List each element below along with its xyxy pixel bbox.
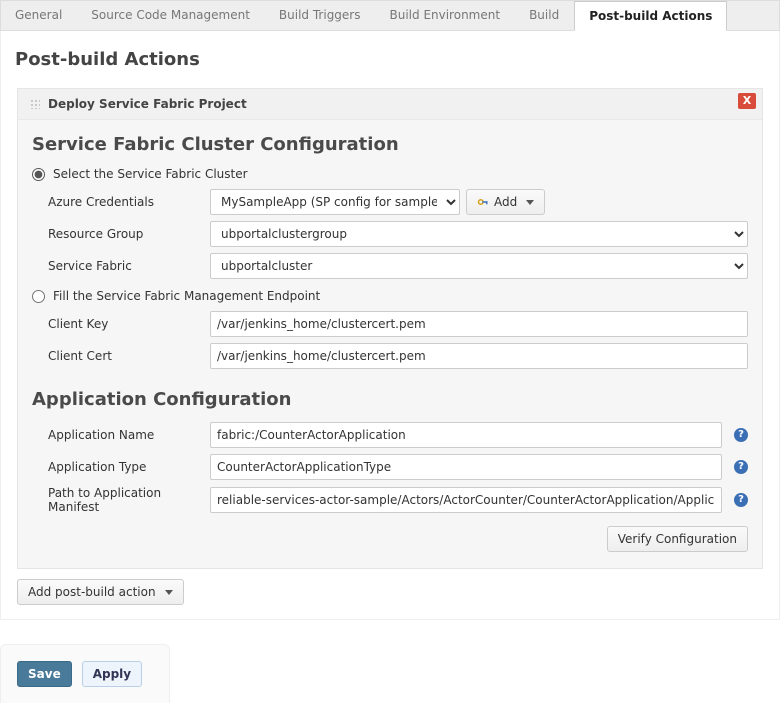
- verify-configuration-button[interactable]: Verify Configuration: [607, 526, 748, 552]
- app-config-heading: Application Configuration: [32, 389, 748, 410]
- help-icon[interactable]: ?: [734, 428, 748, 442]
- tab-post-build-actions[interactable]: Post-build Actions: [574, 1, 727, 31]
- fill-endpoint-label: Fill the Service Fabric Management Endpo…: [53, 289, 320, 303]
- tab-build-environment[interactable]: Build Environment: [376, 1, 516, 30]
- select-cluster-label: Select the Service Fabric Cluster: [53, 167, 248, 181]
- resource-group-select[interactable]: ubportalclustergroup: [210, 221, 748, 247]
- azure-credentials-label: Azure Credentials: [48, 195, 202, 209]
- tab-general[interactable]: General: [1, 1, 77, 30]
- chevron-down-icon: [526, 200, 534, 205]
- add-post-build-row: Add post-build action: [17, 579, 765, 605]
- delete-step-button[interactable]: X: [738, 93, 756, 109]
- azure-credentials-row: Azure Credentials MySampleApp (SP config…: [32, 189, 748, 215]
- resource-group-label: Resource Group: [48, 227, 202, 241]
- save-apply-panel: Save Apply: [0, 644, 170, 703]
- save-button[interactable]: Save: [17, 661, 72, 687]
- app-name-label: Application Name: [48, 428, 202, 442]
- fill-endpoint-radio[interactable]: [32, 290, 45, 303]
- step-body: Service Fabric Cluster Configuration Sel…: [18, 120, 762, 568]
- service-fabric-row: Service Fabric ubportalcluster: [32, 253, 748, 279]
- cluster-config-heading: Service Fabric Cluster Configuration: [32, 134, 748, 155]
- client-cert-row: Client Cert: [32, 343, 748, 369]
- select-cluster-radio-row: Select the Service Fabric Cluster: [32, 167, 748, 181]
- service-fabric-label: Service Fabric: [48, 259, 202, 273]
- tab-build-triggers[interactable]: Build Triggers: [265, 1, 376, 30]
- key-icon: [477, 196, 489, 208]
- client-key-row: Client Key: [32, 311, 748, 337]
- app-type-label: Application Type: [48, 460, 202, 474]
- app-name-row: Application Name ?: [32, 422, 748, 448]
- client-cert-input[interactable]: [210, 343, 748, 369]
- app-type-row: Application Type ?: [32, 454, 748, 480]
- client-key-label: Client Key: [48, 317, 202, 331]
- resource-group-row: Resource Group ubportalclustergroup: [32, 221, 748, 247]
- azure-credentials-select[interactable]: MySampleApp (SP config for sample app): [210, 189, 460, 215]
- select-cluster-radio[interactable]: [32, 168, 45, 181]
- add-post-build-action-button[interactable]: Add post-build action: [17, 579, 184, 605]
- verify-row: Verify Configuration: [32, 526, 748, 552]
- config-tabs: General Source Code Management Build Tri…: [0, 0, 780, 31]
- help-icon[interactable]: ?: [734, 493, 748, 507]
- add-post-build-action-label: Add post-build action: [28, 585, 156, 599]
- client-key-input[interactable]: [210, 311, 748, 337]
- step-header[interactable]: Deploy Service Fabric Project: [18, 89, 762, 120]
- add-credentials-button[interactable]: Add: [466, 189, 545, 215]
- client-cert-label: Client Cert: [48, 349, 202, 363]
- page-body: Post-build Actions X Deploy Service Fabr…: [0, 31, 780, 620]
- page-title: Post-build Actions: [15, 49, 765, 70]
- tab-scm[interactable]: Source Code Management: [77, 1, 265, 30]
- apply-button[interactable]: Apply: [82, 661, 142, 687]
- manifest-path-row: Path to Application Manifest ?: [32, 486, 748, 514]
- service-fabric-select[interactable]: ubportalcluster: [210, 253, 748, 279]
- post-build-step: X Deploy Service Fabric Project Service …: [17, 88, 763, 569]
- drag-handle-icon[interactable]: [30, 99, 40, 109]
- step-title: Deploy Service Fabric Project: [48, 97, 247, 111]
- chevron-down-icon: [165, 590, 173, 595]
- app-name-input[interactable]: [210, 422, 722, 448]
- app-type-input[interactable]: [210, 454, 722, 480]
- fill-endpoint-radio-row: Fill the Service Fabric Management Endpo…: [32, 289, 748, 303]
- tab-build[interactable]: Build: [515, 1, 574, 30]
- manifest-path-label: Path to Application Manifest: [48, 486, 202, 514]
- add-credentials-label: Add: [494, 195, 517, 209]
- manifest-path-input[interactable]: [210, 487, 722, 513]
- help-icon[interactable]: ?: [734, 460, 748, 474]
